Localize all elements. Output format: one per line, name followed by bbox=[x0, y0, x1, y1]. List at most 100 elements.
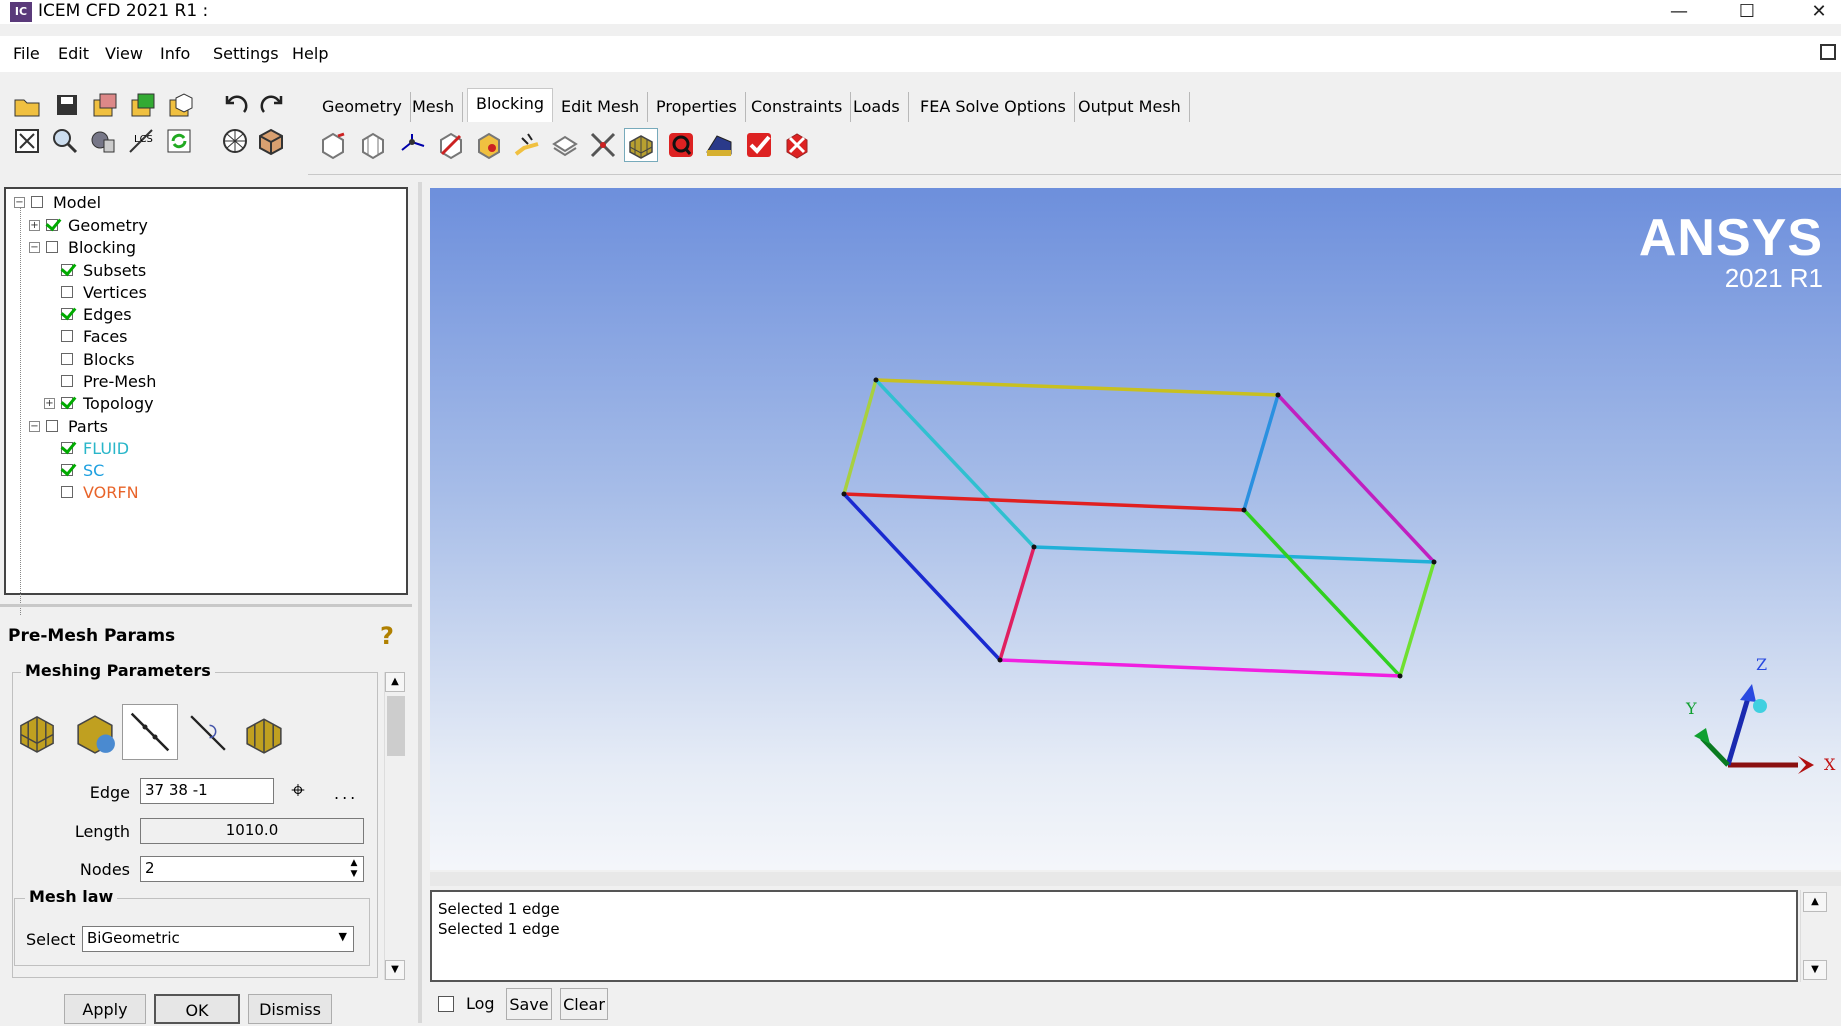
scroll-up-icon[interactable]: ▲ bbox=[1803, 892, 1827, 912]
edit-block-icon[interactable] bbox=[434, 128, 468, 162]
tree-item-vorfn[interactable]: VORFN bbox=[61, 481, 139, 503]
ok-button[interactable]: OK bbox=[154, 994, 240, 1024]
measure-icon[interactable] bbox=[86, 124, 120, 158]
tree-item-vertices[interactable]: Vertices bbox=[61, 281, 147, 303]
merge-vertices-icon[interactable] bbox=[396, 128, 430, 162]
select-cursor-icon[interactable]: ⌖ bbox=[282, 776, 314, 806]
match-edges-icon[interactable] bbox=[180, 708, 236, 758]
tree-item-blocking[interactable]: − Blocking bbox=[29, 236, 136, 258]
checkbox-premesh[interactable] bbox=[61, 375, 73, 387]
vertex[interactable] bbox=[1031, 544, 1037, 550]
edge-mid-red[interactable] bbox=[843, 492, 1245, 512]
checkbox-blocking[interactable] bbox=[46, 241, 58, 253]
transform-block-icon[interactable] bbox=[548, 128, 582, 162]
tree-item-subsets[interactable]: Subsets bbox=[61, 259, 146, 281]
params-scrollbar[interactable]: ▲ ▼ bbox=[384, 672, 406, 980]
block-wireframe[interactable]: X Y Z bbox=[430, 188, 1841, 870]
tree-item-geometry[interactable]: + Geometry bbox=[29, 214, 148, 236]
tree-item-edges[interactable]: Edges bbox=[61, 303, 132, 325]
premesh-smooth-icon[interactable] bbox=[702, 128, 736, 162]
scale-sizes-icon[interactable] bbox=[14, 708, 60, 758]
edge-left-diag[interactable] bbox=[842, 492, 1002, 662]
edge-right-front[interactable] bbox=[1398, 561, 1436, 677]
open-mesh-icon[interactable] bbox=[126, 88, 160, 122]
panel-splitter[interactable] bbox=[0, 604, 412, 607]
close-button[interactable]: ✕ bbox=[1786, 0, 1841, 24]
create-block-icon[interactable] bbox=[316, 128, 350, 162]
delete-block-icon[interactable] bbox=[780, 128, 814, 162]
collapse-icon[interactable]: − bbox=[29, 241, 40, 253]
lcs-icon[interactable]: LCS bbox=[124, 124, 158, 158]
tree-item-faces[interactable]: Faces bbox=[61, 325, 128, 347]
check-blocks-icon[interactable] bbox=[742, 128, 776, 162]
menu-info[interactable]: Info bbox=[160, 44, 190, 63]
expand-icon[interactable]: + bbox=[44, 397, 55, 409]
tab-geometry[interactable]: Geometry bbox=[314, 92, 411, 122]
graphics-viewport[interactable]: ANSYS 2021 R1 X Y Z bbox=[430, 188, 1841, 870]
redo-icon[interactable] bbox=[256, 88, 290, 122]
wireframe-icon[interactable] bbox=[218, 124, 252, 158]
collapse-icon[interactable]: − bbox=[14, 196, 25, 208]
message-scrollbar[interactable]: ▲ ▼ bbox=[1800, 890, 1828, 982]
edge-front-diag[interactable] bbox=[1242, 508, 1402, 678]
checkbox-parts[interactable] bbox=[46, 420, 58, 432]
open-blocking-icon[interactable] bbox=[164, 88, 198, 122]
premesh-quality-icon[interactable] bbox=[664, 128, 698, 162]
vertex[interactable] bbox=[1275, 392, 1281, 398]
fit-window-icon[interactable] bbox=[10, 124, 44, 158]
edge-bottom-front[interactable] bbox=[999, 658, 1401, 678]
edge-input[interactable]: 37 38 -1 bbox=[140, 778, 274, 804]
tab-output-mesh[interactable]: Output Mesh bbox=[1070, 92, 1190, 122]
more-options-button[interactable]: ... bbox=[334, 784, 358, 803]
update-sizes-icon[interactable] bbox=[68, 708, 122, 758]
scroll-down-icon[interactable]: ▼ bbox=[385, 960, 405, 980]
tree-item-topology[interactable]: + Topology bbox=[44, 392, 154, 414]
checkbox-fluid[interactable] bbox=[61, 442, 73, 454]
save-log-button[interactable]: Save bbox=[506, 988, 552, 1020]
checkbox-model[interactable] bbox=[31, 196, 43, 208]
associate-icon[interactable] bbox=[472, 128, 506, 162]
scroll-down-icon[interactable]: ▼ bbox=[1803, 960, 1827, 980]
split-block-icon[interactable] bbox=[356, 128, 390, 162]
undo-icon[interactable] bbox=[218, 88, 252, 122]
checkbox-subsets[interactable] bbox=[61, 264, 73, 276]
maximize-button[interactable]: ☐ bbox=[1714, 0, 1780, 24]
menu-help[interactable]: Help bbox=[292, 44, 328, 63]
clear-log-button[interactable]: Clear bbox=[560, 988, 608, 1020]
restore-pane-icon[interactable] bbox=[1820, 44, 1836, 60]
checkbox-sc[interactable] bbox=[61, 464, 73, 476]
minimize-button[interactable]: — bbox=[1646, 0, 1712, 24]
menu-view[interactable]: View bbox=[105, 44, 143, 63]
zoom-icon[interactable] bbox=[48, 124, 82, 158]
save-icon[interactable] bbox=[50, 88, 84, 122]
checkbox-faces[interactable] bbox=[61, 330, 73, 342]
tab-edit-mesh[interactable]: Edit Mesh bbox=[553, 92, 649, 122]
vertex[interactable] bbox=[1397, 673, 1403, 679]
tree-item-premesh[interactable]: Pre-Mesh bbox=[61, 370, 156, 392]
vertex[interactable] bbox=[1431, 559, 1437, 565]
edge-back-diag[interactable] bbox=[874, 378, 1036, 549]
edge-right-back[interactable] bbox=[1242, 394, 1280, 511]
vertex[interactable] bbox=[841, 491, 847, 497]
vertex[interactable] bbox=[997, 657, 1003, 663]
help-icon[interactable]: ? bbox=[374, 622, 400, 652]
menu-settings[interactable]: Settings bbox=[213, 44, 279, 63]
refinement-icon[interactable] bbox=[236, 708, 292, 758]
tab-mesh[interactable]: Mesh bbox=[404, 92, 464, 122]
vertex[interactable] bbox=[873, 377, 879, 383]
tree-item-sc[interactable]: SC bbox=[61, 459, 104, 481]
open-icon[interactable] bbox=[10, 88, 44, 122]
tree-item-fluid[interactable]: FLUID bbox=[61, 437, 129, 459]
checkbox-geometry[interactable] bbox=[46, 219, 58, 231]
scroll-up-icon[interactable]: ▲ bbox=[385, 672, 405, 692]
nodes-input[interactable]: 2 bbox=[140, 856, 364, 882]
checkbox-vorfn[interactable] bbox=[61, 486, 73, 498]
edge-left-back[interactable] bbox=[842, 379, 878, 495]
tree-item-blocks[interactable]: Blocks bbox=[61, 348, 135, 370]
tab-constraints[interactable]: Constraints bbox=[743, 92, 852, 122]
checkbox-topology[interactable] bbox=[61, 397, 73, 409]
tree-item-parts[interactable]: − Parts bbox=[29, 415, 108, 437]
edge-right-diag[interactable] bbox=[1276, 393, 1436, 564]
tree-item-model[interactable]: − Model bbox=[14, 191, 101, 213]
tab-fea-solve-options[interactable]: FEA Solve Options bbox=[912, 92, 1075, 122]
